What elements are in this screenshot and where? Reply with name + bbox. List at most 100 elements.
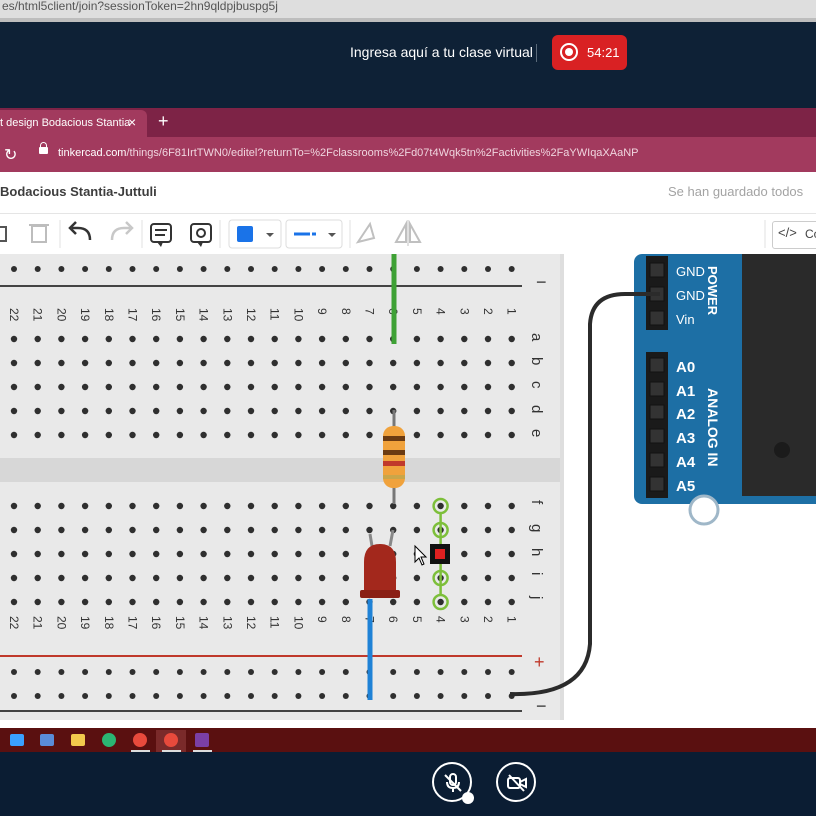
hole[interactable]: [271, 407, 278, 415]
rail-hole[interactable]: [34, 693, 41, 699]
rail-hole[interactable]: [508, 266, 515, 272]
recording-button[interactable]: 54:21: [552, 35, 627, 70]
rail-hole[interactable]: [11, 669, 17, 675]
hole[interactable]: [153, 550, 160, 558]
edge-icon[interactable]: [102, 733, 116, 747]
hole[interactable]: [461, 359, 468, 367]
hole[interactable]: [129, 359, 136, 367]
rail-hole[interactable]: [271, 693, 278, 699]
new-tab-button[interactable]: +: [158, 111, 169, 132]
hole[interactable]: [153, 383, 160, 391]
microphone-button[interactable]: [432, 762, 474, 804]
hole[interactable]: [200, 502, 207, 510]
hole[interactable]: [342, 359, 349, 367]
circuit-svg[interactable]: 2222212120201919181817171616151514141313…: [0, 254, 816, 728]
hole[interactable]: [10, 431, 18, 439]
hole[interactable]: [484, 335, 492, 343]
rail-hole[interactable]: [176, 693, 183, 699]
rail-hole[interactable]: [437, 693, 444, 699]
hole[interactable]: [105, 359, 113, 367]
hole[interactable]: [200, 550, 207, 558]
rail-hole[interactable]: [390, 693, 397, 699]
hole[interactable]: [105, 383, 113, 391]
rail-hole[interactable]: [248, 266, 254, 272]
hole[interactable]: [247, 431, 255, 439]
hole[interactable]: [176, 359, 184, 367]
hole[interactable]: [58, 431, 65, 439]
hole[interactable]: [129, 526, 136, 534]
hole[interactable]: [318, 359, 326, 367]
rail-hole[interactable]: [413, 669, 420, 675]
hole[interactable]: [58, 407, 65, 415]
hole[interactable]: [247, 550, 255, 558]
hole[interactable]: [129, 574, 136, 582]
hole[interactable]: [271, 550, 278, 558]
hole[interactable]: [224, 383, 231, 391]
analog-pin[interactable]: [649, 476, 665, 492]
line-style-picker[interactable]: [285, 219, 343, 249]
hole[interactable]: [10, 502, 18, 510]
hole[interactable]: [81, 550, 89, 558]
hole[interactable]: [129, 502, 136, 510]
hole[interactable]: [437, 383, 444, 391]
power-pin[interactable]: [649, 262, 665, 278]
hole[interactable]: [34, 550, 41, 558]
hole[interactable]: [342, 550, 349, 558]
hole[interactable]: [247, 335, 255, 343]
hole[interactable]: [224, 550, 231, 558]
hole[interactable]: [484, 598, 492, 606]
hole[interactable]: [390, 598, 397, 606]
hole[interactable]: [10, 526, 18, 534]
hole[interactable]: [413, 574, 421, 582]
rail-hole[interactable]: [34, 669, 41, 675]
rail-hole[interactable]: [485, 669, 491, 675]
hole[interactable]: [176, 383, 184, 391]
copy-icon[interactable]: [0, 226, 7, 242]
store-icon[interactable]: [40, 734, 54, 746]
undo-icon[interactable]: [68, 221, 92, 241]
rail-hole[interactable]: [295, 266, 302, 272]
hole[interactable]: [200, 383, 207, 391]
hole[interactable]: [224, 407, 231, 415]
hole[interactable]: [318, 502, 326, 510]
hole[interactable]: [342, 407, 349, 415]
rail-hole[interactable]: [461, 669, 468, 675]
hole[interactable]: [224, 335, 231, 343]
hole[interactable]: [342, 502, 349, 510]
rail-hole[interactable]: [342, 693, 349, 699]
hole[interactable]: [10, 550, 18, 558]
onenote-icon[interactable]: [195, 733, 209, 747]
rail-hole[interactable]: [413, 266, 420, 272]
hole[interactable]: [413, 598, 421, 606]
hole[interactable]: [176, 431, 184, 439]
rail-hole[interactable]: [11, 266, 17, 272]
hole[interactable]: [295, 359, 302, 367]
hole[interactable]: [366, 335, 373, 343]
rail-hole[interactable]: [58, 693, 65, 699]
hole[interactable]: [224, 431, 231, 439]
hole[interactable]: [318, 383, 326, 391]
rail-hole[interactable]: [485, 693, 491, 699]
hole[interactable]: [295, 335, 302, 343]
hole[interactable]: [81, 598, 89, 606]
hole[interactable]: [58, 550, 65, 558]
rail-hole[interactable]: [176, 669, 183, 675]
folder-icon[interactable]: [71, 734, 85, 746]
hole[interactable]: [129, 598, 136, 606]
hole[interactable]: [413, 431, 421, 439]
hole[interactable]: [271, 598, 278, 606]
hole[interactable]: [318, 598, 326, 606]
rail-hole[interactable]: [461, 266, 468, 272]
hole[interactable]: [81, 383, 89, 391]
hole[interactable]: [318, 431, 326, 439]
rail-hole[interactable]: [153, 693, 160, 699]
rail-hole[interactable]: [295, 693, 302, 699]
analog-pin[interactable]: [649, 404, 665, 420]
hole[interactable]: [247, 598, 255, 606]
hole[interactable]: [461, 335, 468, 343]
hole[interactable]: [461, 550, 468, 558]
hole[interactable]: [58, 335, 65, 343]
hole[interactable]: [295, 550, 302, 558]
hole[interactable]: [271, 502, 278, 510]
hole[interactable]: [247, 359, 255, 367]
